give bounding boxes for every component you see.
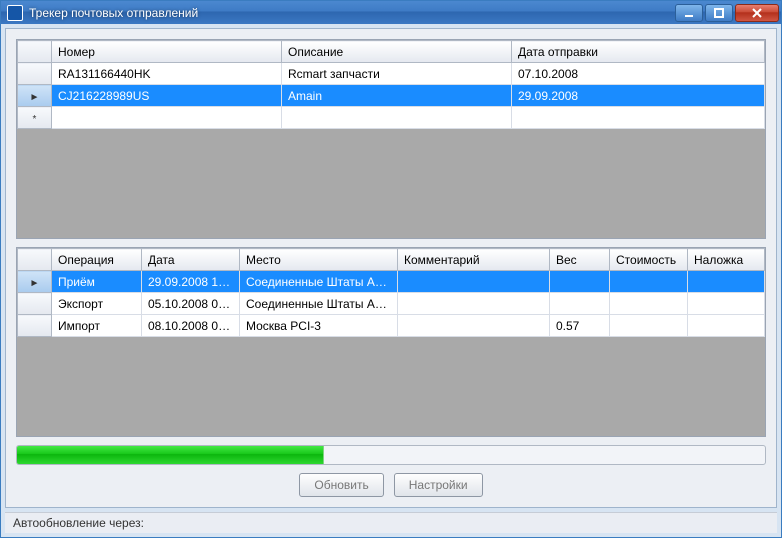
cell-cod[interactable] [688, 271, 765, 293]
col-header-date[interactable]: Дата [142, 249, 240, 271]
window-title: Трекер почтовых отправлений [29, 6, 675, 20]
row-header [18, 315, 52, 337]
minimize-button[interactable] [675, 4, 703, 22]
table-row[interactable]: ►Приём29.09.2008 18:25Соединенные Штаты … [18, 271, 765, 293]
row-header: ► [18, 85, 52, 107]
cell-place[interactable]: Соединенные Штаты Амер... [240, 271, 398, 293]
cell-cost[interactable] [610, 315, 688, 337]
cell-cod[interactable] [688, 293, 765, 315]
progress-fill [17, 446, 324, 464]
col-header-place[interactable]: Место [240, 249, 398, 271]
cell-op[interactable]: Экспорт [52, 293, 142, 315]
table-row[interactable]: ►CJ216228989USAmain29.09.2008 [18, 85, 765, 107]
client-area: Номер Описание Дата отправки RA131166440… [5, 28, 777, 508]
shipments-grid[interactable]: Номер Описание Дата отправки RA131166440… [16, 39, 766, 239]
cell-comment[interactable] [398, 293, 550, 315]
settings-button[interactable]: Настройки [394, 473, 483, 497]
cell-place[interactable]: Соединенные Штаты Амер... [240, 293, 398, 315]
cell-weight[interactable]: 0.57 [550, 315, 610, 337]
status-text: Автообновление через: [13, 516, 144, 530]
table-row[interactable]: * [18, 107, 765, 129]
button-row: Обновить Настройки [16, 473, 766, 497]
col-header-sent[interactable]: Дата отправки [512, 41, 765, 63]
cell-cod[interactable] [688, 315, 765, 337]
table-row[interactable]: Экспорт05.10.2008 07:12Соединенные Штаты… [18, 293, 765, 315]
cell-number[interactable] [52, 107, 282, 129]
cell-date[interactable]: 08.10.2008 05:05 [142, 315, 240, 337]
cell-desc[interactable]: Rcmart запчасти [282, 63, 512, 85]
titlebar[interactable]: Трекер почтовых отправлений [1, 1, 781, 24]
refresh-button[interactable]: Обновить [299, 473, 383, 497]
app-window: Трекер почтовых отправлений [0, 0, 782, 538]
col-header-desc[interactable]: Описание [282, 41, 512, 63]
events-grid[interactable]: Операция Дата Место Комментарий Вес Стои… [16, 247, 766, 437]
cell-sent[interactable]: 29.09.2008 [512, 85, 765, 107]
row-header: ► [18, 271, 52, 293]
cell-number[interactable]: CJ216228989US [52, 85, 282, 107]
col-header-op[interactable]: Операция [52, 249, 142, 271]
col-header-cost[interactable]: Стоимость [610, 249, 688, 271]
row-header [18, 63, 52, 85]
col-header-weight[interactable]: Вес [550, 249, 610, 271]
col-header-cod[interactable]: Наложка [688, 249, 765, 271]
cell-weight[interactable] [550, 271, 610, 293]
cell-sent[interactable]: 07.10.2008 [512, 63, 765, 85]
table-row[interactable]: RA131166440HKRcmart запчасти07.10.2008 [18, 63, 765, 85]
close-button[interactable] [735, 4, 779, 22]
cell-date[interactable]: 05.10.2008 07:12 [142, 293, 240, 315]
cell-weight[interactable] [550, 293, 610, 315]
cell-cost[interactable] [610, 293, 688, 315]
row-header [18, 293, 52, 315]
row-header-corner [18, 249, 52, 271]
cell-op[interactable]: Приём [52, 271, 142, 293]
status-bar: Автообновление через: [5, 512, 777, 533]
col-header-number[interactable]: Номер [52, 41, 282, 63]
row-header-corner [18, 41, 52, 63]
cell-comment[interactable] [398, 315, 550, 337]
cell-cost[interactable] [610, 271, 688, 293]
cell-place[interactable]: Москва PCI-3 [240, 315, 398, 337]
row-header: * [18, 107, 52, 129]
app-icon [7, 5, 23, 21]
cell-date[interactable]: 29.09.2008 18:25 [142, 271, 240, 293]
progress-bar [16, 445, 766, 465]
cell-number[interactable]: RA131166440HK [52, 63, 282, 85]
col-header-comment[interactable]: Комментарий [398, 249, 550, 271]
cell-op[interactable]: Импорт [52, 315, 142, 337]
table-row[interactable]: Импорт08.10.2008 05:05Москва PCI-3 0.57 [18, 315, 765, 337]
cell-sent[interactable] [512, 107, 765, 129]
cell-comment[interactable] [398, 271, 550, 293]
window-controls [675, 4, 779, 22]
cell-desc[interactable]: Amain [282, 85, 512, 107]
maximize-button[interactable] [705, 4, 733, 22]
cell-desc[interactable] [282, 107, 512, 129]
